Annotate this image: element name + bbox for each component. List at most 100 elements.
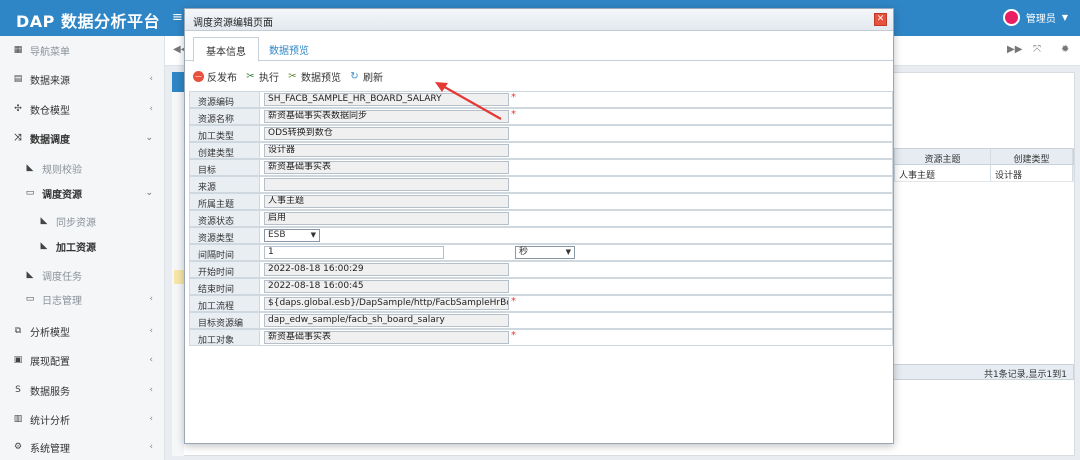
folder-icon: ▭: [25, 188, 35, 198]
grid-header: 态 资源主题 创建类型: [868, 148, 1074, 165]
resource-type-select[interactable]: ESB ▼: [264, 229, 320, 242]
field-label: 加工对象: [189, 329, 259, 346]
field-label: 所属主题: [189, 193, 259, 210]
stats-icon: ▥: [13, 414, 23, 424]
form-row-process-type: 加工类型 ODS转换到数仓: [189, 125, 893, 142]
sidebar-item-data-service[interactable]: S 数据服务 ‹: [0, 379, 165, 401]
sidebar-item-label: 数据调度: [30, 134, 70, 146]
user-name: 管理员: [1025, 14, 1056, 25]
form-row-resource-name: 资源名称 薪资基础事实表数据同步 *: [189, 108, 893, 125]
analysis-icon: ⧉: [14, 326, 22, 336]
sidebar-item-nav-menu[interactable]: ▦ 导航菜单: [0, 39, 165, 61]
interval-unit-value: 秒: [519, 247, 529, 257]
form-row-target: 目标 薪资基础事实表: [189, 159, 893, 176]
run-button[interactable]: ✂ 执行: [245, 69, 279, 84]
form-row-end-time: 结束时间 2022-08-18 16:00:45: [189, 278, 893, 295]
form-row-source: 来源: [189, 176, 893, 193]
unpublish-label: 反发布: [207, 72, 237, 84]
unpublish-button[interactable]: — 反发布: [193, 69, 237, 84]
chevron-down-icon: ⌄: [145, 188, 153, 198]
gear-icon: ⚙: [13, 442, 23, 452]
field-label: 开始时间: [189, 261, 259, 278]
background-selected-node[interactable]: [174, 270, 184, 284]
field-label: 资源状态: [189, 210, 259, 227]
background-tab[interactable]: [172, 72, 184, 92]
sidebar-item-schedule-task[interactable]: ◣ 调度任务: [0, 264, 165, 286]
create-type-input[interactable]: 设计器: [264, 144, 509, 157]
grid-header-cell[interactable]: 创建类型: [991, 149, 1073, 164]
chevron-left-icon: ‹: [149, 385, 153, 395]
grid-header-cell[interactable]: 资源主题: [895, 149, 991, 164]
grid-pagination-info: 共1条记录,显示1到1: [868, 364, 1074, 380]
sidebar-item-schedule-resource[interactable]: ▭ 调度资源 ⌄: [0, 182, 165, 204]
table-row[interactable]: 人事主题 设计器: [868, 165, 1074, 182]
required-mark: *: [511, 92, 516, 103]
end-time-input[interactable]: 2022-08-18 16:00:45: [264, 280, 509, 293]
tab-data-preview[interactable]: 数据预览: [257, 37, 321, 62]
database-icon: ▤: [13, 74, 23, 84]
interval-input[interactable]: 1: [264, 246, 444, 259]
start-time-input[interactable]: 2022-08-18 16:00:29: [264, 263, 509, 276]
rule-icon: ◣: [26, 163, 34, 173]
dialog-tabs: 基本信息 数据预览: [185, 31, 893, 62]
dialog-toolbar: — 反发布 ✂ 执行 ✂ 数据预览 ↻ 刷新: [193, 67, 383, 85]
field-label: 资源类型: [189, 227, 259, 244]
task-icon: ◣: [26, 270, 34, 280]
field-label: 加工类型: [189, 125, 259, 142]
field-label: 资源名称: [189, 108, 259, 125]
display-icon: ▣: [13, 355, 23, 365]
source-input[interactable]: [264, 178, 509, 191]
dialog-title-bar[interactable]: 调度资源编辑页面 ✕: [185, 9, 893, 31]
sidebar-item-label: 日志管理: [42, 295, 82, 307]
process-flow-input[interactable]: ${daps.global.esb}/DapSample/http/FacbSa…: [264, 297, 509, 310]
refresh-button[interactable]: ↻ 刷新: [349, 69, 383, 84]
gear-icon[interactable]: ✹: [1061, 44, 1069, 55]
interval-unit-select[interactable]: 秒 ▼: [515, 246, 575, 259]
service-icon: S: [15, 385, 21, 395]
sidebar-item-dw-model[interactable]: ✣ 数仓模型 ‹: [0, 98, 165, 120]
sidebar-item-statistics[interactable]: ▥ 统计分析 ‹: [0, 408, 165, 430]
form-row-process-flow: 加工流程 ${daps.global.esb}/DapSample/http/F…: [189, 295, 893, 312]
annotation-arrow-icon: [435, 82, 502, 120]
sidebar-item-sync-resource[interactable]: ◣ 同步资源: [0, 210, 165, 232]
sidebar-item-log-manage[interactable]: ▭ 日志管理 ‹: [0, 288, 165, 310]
process-object-input[interactable]: 薪资基础事实表: [264, 331, 509, 344]
fullscreen-icon[interactable]: ⤧: [1033, 44, 1041, 55]
theme-input[interactable]: 人事主题: [264, 195, 509, 208]
chevron-down-icon: ▼: [1061, 13, 1068, 22]
chevron-left-icon: ‹: [149, 326, 153, 336]
sidebar-item-display-config[interactable]: ▣ 展现配置 ‹: [0, 349, 165, 371]
close-icon[interactable]: ✕: [874, 13, 887, 26]
background-grid: 态 资源主题 创建类型 人事主题 设计器: [868, 148, 1074, 184]
target-input[interactable]: 薪资基础事实表: [264, 161, 509, 174]
status-input[interactable]: 启用: [264, 212, 509, 225]
form-row-process-object: 加工对象 薪资基础事实表 *: [189, 329, 893, 346]
user-menu[interactable]: 管理员 ▼: [1002, 9, 1068, 26]
sidebar-item-label: 展现配置: [30, 356, 70, 368]
form-row-start-time: 开始时间 2022-08-18 16:00:29: [189, 261, 893, 278]
chevron-down-icon: ▼: [310, 231, 316, 239]
process-type-input[interactable]: ODS转换到数仓: [264, 127, 509, 140]
target-code-input[interactable]: dap_edw_sample/facb_sh_board_salary: [264, 314, 509, 327]
form-row-resource-type: 资源类型 ESB ▼: [189, 227, 893, 244]
required-mark: *: [511, 330, 516, 341]
sidebar-item-scheduling[interactable]: ⤨ 数据调度 ⌄: [0, 127, 165, 149]
minus-circle-icon: —: [193, 70, 204, 82]
chevron-down-icon: ▼: [565, 248, 571, 256]
tools-icon: ✂: [288, 70, 297, 82]
user-avatar-icon: [1002, 9, 1020, 26]
data-preview-button[interactable]: ✂ 数据预览: [287, 69, 341, 84]
form-row-status: 资源状态 启用: [189, 210, 893, 227]
sidebar: ▦ 导航菜单 ▤ 数据来源 ‹ ✣ 数仓模型 ‹ ⤨ 数据调度 ⌄ ◣ 规则校验 ▭ 调度资源 ⌄ …: [0, 36, 165, 460]
refresh-icon: ↻: [350, 70, 359, 82]
sidebar-item-label: 规则校验: [42, 164, 82, 176]
sidebar-item-analysis-model[interactable]: ⧉ 分析模型 ‹: [0, 320, 165, 342]
sidebar-item-system-manage[interactable]: ⚙ 系统管理 ‹: [0, 436, 165, 458]
tab-basic-info[interactable]: 基本信息: [193, 37, 259, 62]
menu-icon[interactable]: ≡: [172, 10, 183, 25]
sidebar-item-rule-check[interactable]: ◣ 规则校验: [0, 157, 165, 179]
scroll-right-icon[interactable]: ▶▶: [1007, 44, 1022, 55]
tools-icon: ✂: [246, 70, 255, 82]
sidebar-item-data-source[interactable]: ▤ 数据来源 ‹: [0, 68, 165, 90]
sidebar-item-process-resource[interactable]: ◣ 加工资源: [0, 235, 165, 257]
